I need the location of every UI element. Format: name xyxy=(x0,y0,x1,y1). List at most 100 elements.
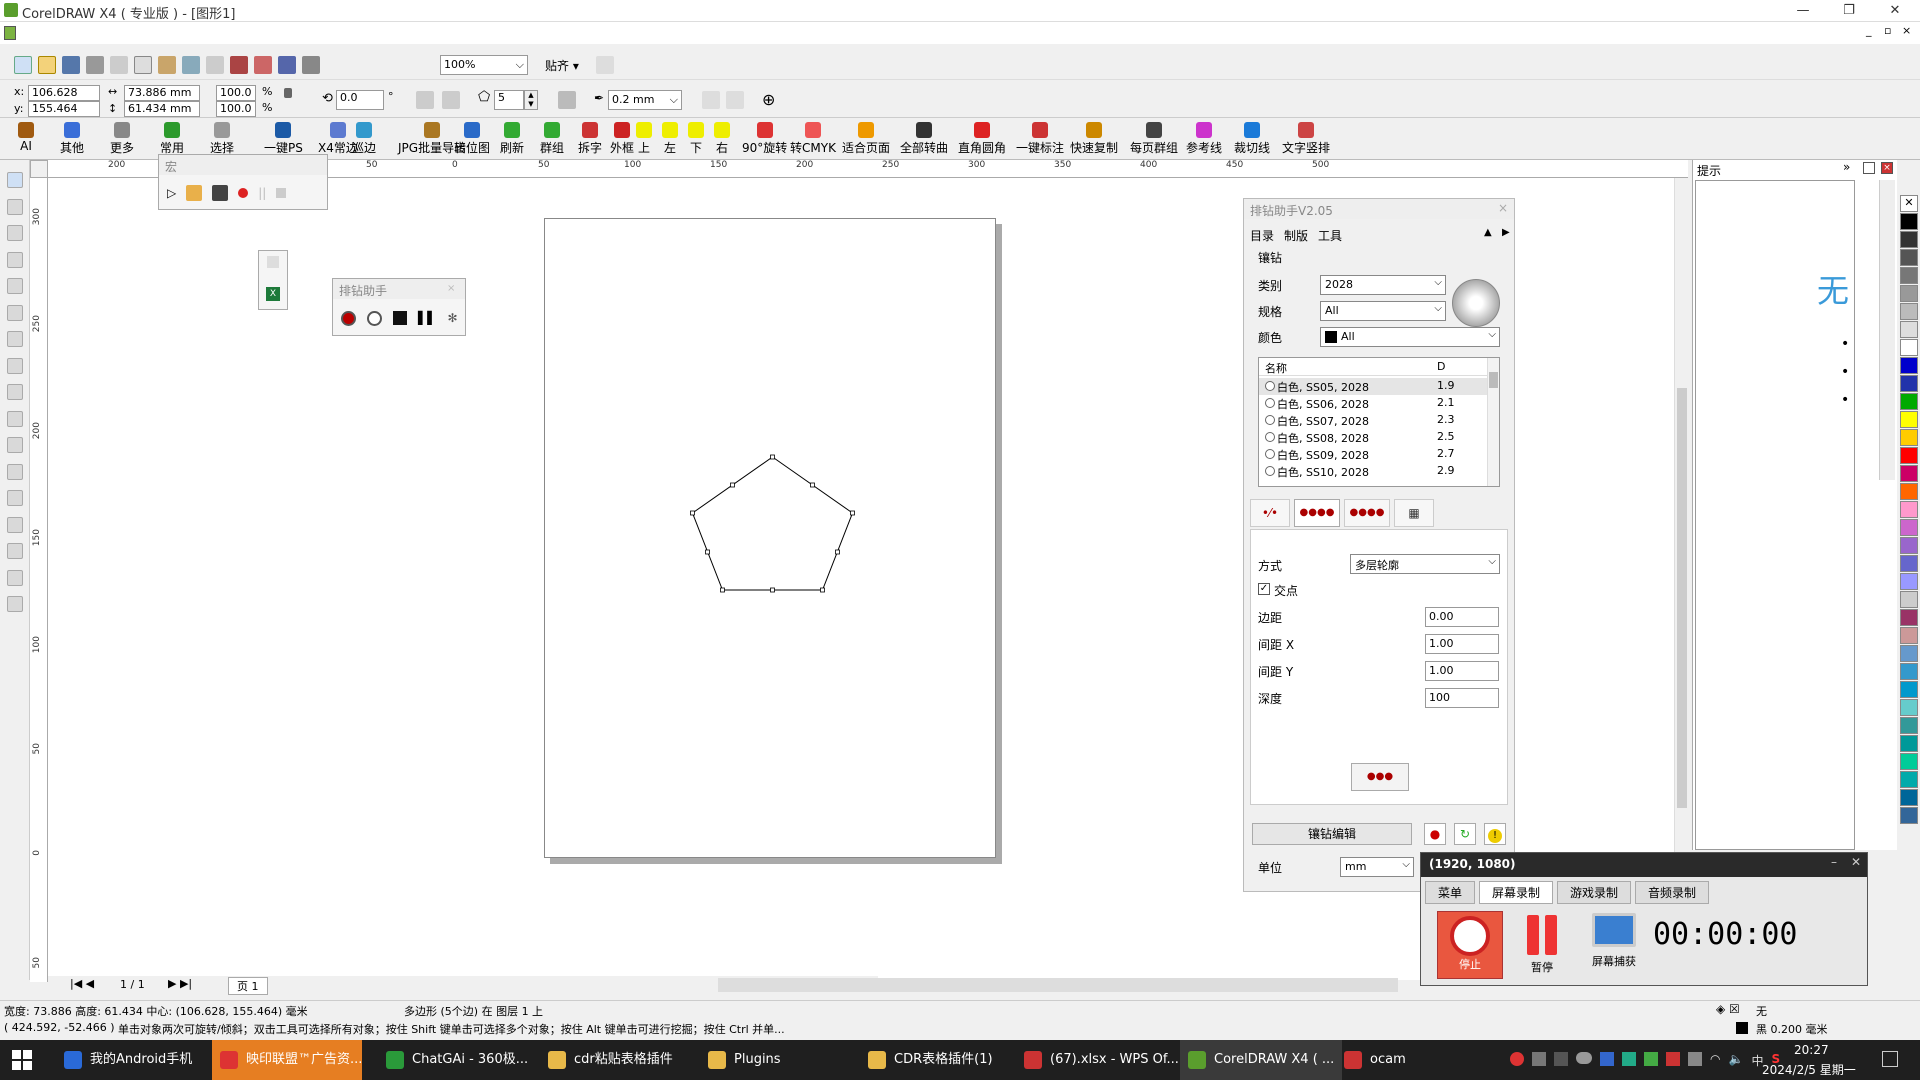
launcher-icon[interactable] xyxy=(278,56,296,74)
excel-icon[interactable]: X xyxy=(266,287,280,301)
height-field[interactable]: 61.434 mm xyxy=(124,101,200,117)
plugin-button[interactable]: 90°旋转 xyxy=(742,122,787,156)
list-item[interactable]: 白色, SS10, 2028 2.9 xyxy=(1259,463,1487,480)
gap-y-field[interactable]: 1.00 xyxy=(1425,661,1499,681)
color-swatch[interactable] xyxy=(1900,393,1918,410)
tab-fill-icon[interactable]: ●●●● xyxy=(1344,499,1390,527)
start-button[interactable] xyxy=(12,1050,32,1070)
options-icon[interactable] xyxy=(596,56,614,74)
list-item[interactable]: 白色, SS07, 2028 2.3 xyxy=(1259,412,1487,429)
tab-grid-icon[interactable]: ●●●● xyxy=(1294,499,1340,527)
taskbar-item[interactable]: CDR表格插件(1) xyxy=(860,1040,1001,1080)
copy-icon[interactable] xyxy=(134,56,152,74)
menu-tools[interactable]: 工具 xyxy=(1318,227,1342,244)
plugin-button[interactable]: 右 xyxy=(714,122,730,156)
tab-menu[interactable]: 菜单 xyxy=(1425,881,1476,904)
capture-button[interactable]: 屏幕捕获 xyxy=(1581,913,1647,977)
edit-rhinestone-button[interactable]: 镶钻编辑 xyxy=(1252,823,1412,845)
plugin-button[interactable]: 左 xyxy=(662,122,678,156)
play-icon[interactable]: ▷ xyxy=(167,186,176,200)
apply-pattern-button[interactable]: ●●● xyxy=(1351,763,1409,791)
export-icon[interactable] xyxy=(254,56,272,74)
color-swatch[interactable] xyxy=(1900,753,1918,770)
plugin-button[interactable]: 适合页面 xyxy=(842,122,890,156)
color-swatch[interactable] xyxy=(1900,681,1918,698)
convert-to-curves-icon[interactable]: ⊕ xyxy=(762,90,775,109)
paste-icon[interactable] xyxy=(158,56,176,74)
plugin-button[interactable]: 外框 xyxy=(610,122,634,156)
close-icon[interactable]: × xyxy=(1498,201,1508,215)
taskbar-item[interactable]: Plugins xyxy=(700,1040,789,1080)
color-swatch[interactable] xyxy=(1900,285,1918,302)
import-icon[interactable] xyxy=(230,56,248,74)
cloud-icon[interactable] xyxy=(1576,1052,1592,1064)
color-swatch[interactable] xyxy=(1900,321,1918,338)
taskbar-item[interactable]: 映印联盟™广告资... xyxy=(212,1040,362,1080)
plugin-button[interactable]: 直角圆角 xyxy=(958,122,1006,156)
align-icon[interactable] xyxy=(393,311,407,325)
refresh-icon[interactable]: ↻ xyxy=(1454,823,1476,845)
color-swatch[interactable] xyxy=(1900,339,1918,356)
lock-icon[interactable] xyxy=(284,88,292,98)
horizontal-scrollbar[interactable] xyxy=(718,978,1398,992)
plugin-button[interactable]: 选择 xyxy=(210,122,234,156)
basic-shapes-icon[interactable] xyxy=(7,410,23,427)
plugin-button[interactable]: 一键PS xyxy=(264,122,303,156)
plugin-button[interactable]: AI xyxy=(18,122,34,153)
expand-right-icon[interactable]: ▶ xyxy=(1502,227,1510,238)
list-item[interactable]: 白色, SS06, 2028 2.1 xyxy=(1259,395,1487,412)
redo-icon[interactable] xyxy=(206,56,224,74)
table-tool-icon[interactable] xyxy=(7,463,23,480)
scale-x-field[interactable]: 100.0 xyxy=(216,85,256,101)
color-swatch[interactable] xyxy=(1900,249,1918,266)
color-palette[interactable]: ✕ xyxy=(1900,195,1920,965)
system-tray[interactable]: ◠ 🔈 中 S xyxy=(1510,1052,1780,1069)
color-swatch[interactable] xyxy=(1900,267,1918,284)
red-stone-icon[interactable]: ● xyxy=(1424,823,1446,845)
clock-date[interactable]: 2024/2/5 星期一 xyxy=(1762,1061,1856,1078)
color-swatch[interactable] xyxy=(1900,663,1918,680)
y-field[interactable]: 155.464 mm xyxy=(28,101,100,129)
plugin-button[interactable]: 拆字 xyxy=(578,122,602,156)
shape-tool-icon[interactable] xyxy=(7,198,23,215)
scale-y-field[interactable]: 100.0 xyxy=(216,101,256,117)
document-icon[interactable] xyxy=(4,26,16,40)
tray-icon[interactable] xyxy=(1666,1052,1680,1066)
color-swatch[interactable] xyxy=(1900,717,1918,734)
color-swatch[interactable] xyxy=(1900,591,1918,608)
gap-x-field[interactable]: 1.00 xyxy=(1425,634,1499,654)
eyedropper-icon[interactable] xyxy=(7,516,23,533)
doc-close-button[interactable]: × xyxy=(1902,24,1911,37)
page-nav-next[interactable]: ▶ ▶| xyxy=(168,977,192,990)
plugin-button[interactable]: 上 xyxy=(636,122,652,156)
list-item[interactable]: 白色, SS05, 2028 1.9 xyxy=(1259,378,1487,395)
close-icon[interactable]: × xyxy=(447,283,455,294)
save-icon[interactable] xyxy=(62,56,80,74)
plugin-button[interactable]: 全部转曲 xyxy=(900,122,948,156)
minimize-button[interactable]: — xyxy=(1780,0,1826,22)
tray-icon[interactable] xyxy=(1622,1052,1636,1066)
interactive-blend-icon[interactable] xyxy=(7,490,23,506)
record-icon[interactable] xyxy=(238,188,249,198)
zoom-tool-icon[interactable] xyxy=(7,251,23,268)
sides-field[interactable]: 5 xyxy=(494,90,524,110)
crop-tool-icon[interactable] xyxy=(7,225,23,241)
volume-icon[interactable]: 🔈 xyxy=(1728,1052,1743,1069)
taskbar-item[interactable]: CorelDRAW X4 ( ... xyxy=(1180,1040,1343,1080)
color-swatch[interactable]: ✕ xyxy=(1900,195,1918,212)
rhinestone-red-icon[interactable] xyxy=(341,311,356,326)
plugin-button[interactable]: 下 xyxy=(688,122,704,156)
plugin-button[interactable]: 一键标注 xyxy=(1016,122,1064,156)
collapse-icon[interactable]: » xyxy=(1843,160,1850,174)
x-field[interactable]: 106.628 mm xyxy=(28,85,100,113)
color-swatch[interactable] xyxy=(1900,735,1918,752)
pentagon-shape[interactable] xyxy=(688,448,908,608)
stop-button[interactable]: 停止 xyxy=(1437,911,1503,979)
tray-icon[interactable] xyxy=(1554,1052,1568,1066)
fill-tool-icon[interactable] xyxy=(7,569,23,586)
color-swatch[interactable] xyxy=(1900,357,1918,374)
cut-icon[interactable] xyxy=(110,56,128,74)
list-item[interactable]: 白色, SS09, 2028 2.7 xyxy=(1259,446,1487,463)
undo-icon[interactable] xyxy=(182,56,200,74)
menu-platemaking[interactable]: 制版 xyxy=(1284,227,1308,244)
